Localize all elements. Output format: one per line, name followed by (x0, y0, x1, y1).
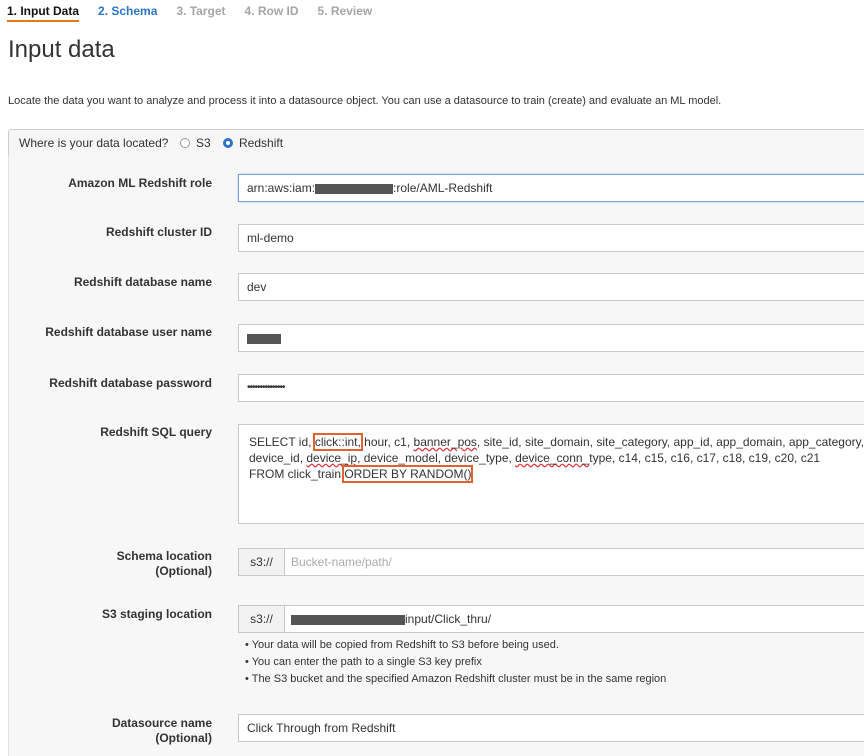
user-name-input[interactable] (238, 324, 864, 352)
schema-label: Schema location (Optional) (117, 549, 212, 579)
staging-suffix-text: input/Click_thru/ (405, 612, 492, 626)
cluster-label: Redshift cluster ID (105, 225, 212, 239)
sql-query-textarea[interactable]: SELECT id, click::int, hour, c1, banner_… (238, 424, 864, 524)
page-description: Locate the data you want to analyze and … (8, 95, 722, 107)
highlight-order-by-random: ORDER BY RANDOM() (342, 465, 474, 483)
role-input[interactable]: arn:aws:iam: :role/AML-Redshift (238, 174, 864, 202)
step-review: 5. Review (317, 4, 373, 18)
sql-label: Redshift SQL query (100, 425, 212, 439)
schema-s3-prefix: s3:// (238, 548, 284, 576)
redacted-block (315, 183, 394, 194)
schema-label-text: Schema location (116, 549, 212, 563)
optional-text: (Optional) (155, 731, 212, 745)
spellcheck-device-ip: device_ip (306, 451, 358, 465)
sql-text: device_id, (249, 451, 307, 465)
datasource-label-text: Datasource name (111, 716, 212, 730)
redacted-block (247, 333, 281, 344)
staging-note: The S3 bucket and the specified Amazon R… (245, 671, 667, 688)
spellcheck-banner-pos: banner_pos (413, 435, 477, 449)
schema-placeholder: Bucket-name/path/ (291, 555, 392, 569)
radio-redshift-label[interactable]: Redshift (239, 136, 283, 150)
password-label: Redshift database password (49, 376, 212, 390)
user-label: Redshift database user name (45, 325, 212, 339)
staging-note: Your data will be copied from Redshift t… (245, 637, 666, 654)
sql-text: , site_id, site_domain, site_category, a… (476, 435, 864, 449)
step-target: 3. Target (176, 4, 226, 18)
staging-notes: Your data will be copied from Redshift t… (245, 637, 667, 688)
radio-redshift[interactable] (223, 138, 233, 148)
data-location-box: Where is your data located? S3 Redshift (8, 129, 864, 157)
role-prefix-text: arn:aws:iam: (247, 181, 316, 195)
password-input[interactable]: ••••••••••••••• (238, 374, 864, 402)
database-label: Redshift database name (73, 275, 212, 289)
sql-text: type, c14, c15, c16, c17, c18, c19, c20,… (589, 451, 821, 465)
staging-location-input[interactable]: input/Click_thru/ (284, 605, 864, 633)
spellcheck-device-conn: device_conn_ (515, 451, 590, 465)
optional-text: (Optional) (155, 564, 212, 578)
redacted-block (291, 614, 405, 625)
step-schema[interactable]: 2. Schema (98, 4, 157, 22)
datasource-label: Datasource name (Optional) (112, 716, 212, 746)
sql-text: , device_model, device_type, (357, 451, 516, 465)
step-row-id: 4. Row ID (244, 4, 299, 18)
cluster-id-input[interactable]: ml-demo (238, 224, 864, 252)
data-location-label: Where is your data located? (19, 136, 169, 150)
datasource-name-input[interactable]: Click Through from Redshift (238, 714, 864, 742)
wizard-steps: 1. Input Data 2. Schema 3. Target 4. Row… (7, 4, 391, 22)
radio-s3-label[interactable]: S3 (196, 136, 211, 150)
database-name-input[interactable]: dev (238, 273, 864, 301)
role-label: Amazon ML Redshift role (68, 176, 212, 190)
highlight-click-int: click::int, (312, 433, 363, 451)
sql-text: FROM click_train (249, 467, 345, 481)
schema-location-input[interactable]: Bucket-name/path/ (284, 548, 864, 576)
staging-note: You can enter the path to a single S3 ke… (245, 654, 666, 671)
staging-label: S3 staging location (101, 607, 212, 621)
sql-text: hour, c1, (360, 435, 414, 449)
step-input-data[interactable]: 1. Input Data (7, 4, 80, 22)
radio-s3[interactable] (180, 138, 190, 148)
staging-s3-prefix: s3:// (238, 605, 284, 633)
role-suffix-text: :role/AML-Redshift (393, 181, 493, 195)
page-title: Input data (8, 36, 115, 63)
sql-text: SELECT id, (249, 435, 315, 449)
